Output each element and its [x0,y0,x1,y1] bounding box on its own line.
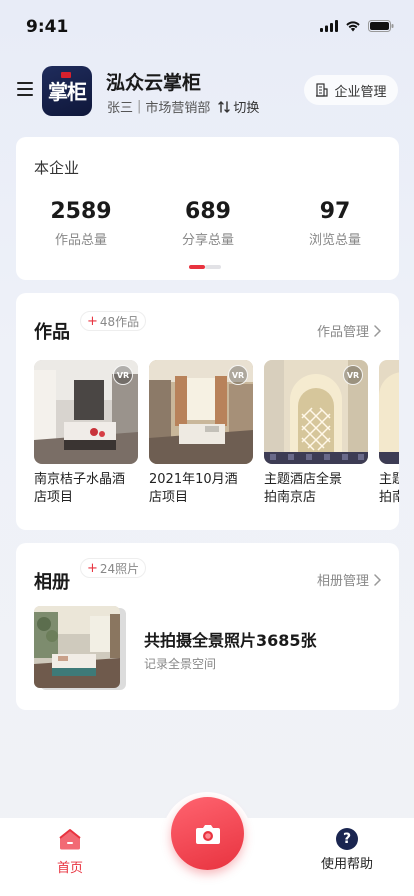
album-manage-label: 相册管理 [316,574,369,589]
tab-home-label: 首页 [56,861,83,876]
page-indicator [189,265,221,269]
vr-icon: VR [343,365,363,385]
user-department: 市场营销部 [145,101,211,116]
app-logo-text: 掌柜 [48,80,87,104]
camera-button[interactable] [171,797,244,870]
switch-label: 切换 [233,101,260,116]
user-separator: | [137,99,142,114]
stats-title: 本企业 [34,159,80,177]
work-item[interactable]: 主题 拍南 [379,360,399,507]
work-title-line: 主题酒店全景 [264,472,343,487]
work-title: 主题酒店全景 拍南京店 [264,471,368,507]
enterprise-stats-card: 本企业 2589 作品总量 689 分享总量 97 浏览总量 [16,137,399,280]
album-manage-link[interactable]: 相册管理 [317,570,381,589]
vr-icon: VR [228,365,248,385]
vr-icon: VR [113,365,133,385]
help-glyph: ? [342,831,352,847]
work-item[interactable]: VR 2021年10月酒 店项目 [149,360,253,507]
works-card: 作品 + 48作品 作品管理 VR 南京桔子水晶酒 店项目 VR 2021年10… [16,293,399,530]
works-list: VR 南京桔子水晶酒 店项目 VR 2021年10月酒 店项目 VR 主题酒店全… [34,360,399,520]
work-thumbnail: VR [149,360,253,464]
tab-home[interactable]: 首页 [40,828,100,876]
page-indicator-active [189,265,205,269]
stat-works-total[interactable]: 2589 作品总量 [17,199,145,248]
stat-value: 689 [185,199,231,224]
camera-icon [195,824,220,844]
works-manage-link[interactable]: 作品管理 [317,321,381,340]
work-title-line: 拍南 [379,490,399,505]
header: 掌柜 泓众云掌柜 张三 | 市场营销部 切换 企业管理 [0,62,414,120]
album-card: 相册 + 24照片 相册管理 共拍摄全景照片3685张 记录全景空间 [16,543,399,710]
status-bar: 9:41 [0,0,414,54]
work-title-line: 2021年10月酒 [149,472,238,487]
app-title: 泓众云掌柜 [106,72,202,94]
user-name: 张三 [107,101,134,116]
help-icon: ? [336,828,358,850]
album-subtitle: 记录全景空间 [144,657,217,671]
wifi-icon [346,21,360,32]
badge-plus: + [87,313,98,329]
album-cover[interactable] [34,606,120,688]
stat-value: 97 [319,199,351,224]
album-count-badge: + 24照片 [80,558,147,578]
signal-icon [320,20,338,32]
works-count-badge: + 48作品 [80,311,147,331]
stat-label: 作品总量 [54,233,107,248]
works-title: 作品 [34,322,70,343]
work-thumbnail: VR [34,360,138,464]
tab-help-label: 使用帮助 [320,857,373,872]
battery-icon [368,20,394,32]
badge-text: 48作品 [99,314,140,329]
work-title: 2021年10月酒 店项目 [149,471,253,507]
work-title-line: 店项目 [149,490,189,505]
work-title: 南京桔子水晶酒 店项目 [34,471,138,507]
stat-value: 2589 [50,199,112,224]
album-headline: 共拍摄全景照片3685张 [144,631,317,650]
stat-shares-total[interactable]: 689 分享总量 [144,199,272,248]
work-thumbnail: VR [264,360,368,464]
work-item[interactable]: VR 主题酒店全景 拍南京店 [264,360,368,507]
work-thumbnail [379,360,399,464]
chevron-right-icon [374,324,381,337]
stat-views-total[interactable]: 97 浏览总量 [271,199,399,248]
status-icons [320,20,394,32]
work-title: 主题 拍南 [379,471,399,507]
enterprise-management-button[interactable]: 企业管理 [304,75,398,105]
chevron-right-icon [374,573,381,586]
page-indicator-inactive [205,265,221,269]
home-icon [59,829,81,850]
badge-text: 24照片 [99,561,140,576]
work-title-line: 店项目 [34,490,74,505]
user-info: 张三 | 市场营销部 切换 [107,97,259,116]
work-title-line: 拍南京店 [264,490,317,505]
stat-label: 浏览总量 [308,233,361,248]
building-icon [316,83,329,97]
work-title-line: 主题 [379,472,399,487]
tab-help[interactable]: ? 使用帮助 [312,828,382,872]
badge-plus: + [87,560,98,576]
album-title: 相册 [34,572,70,593]
status-time: 9:41 [26,17,69,37]
menu-icon[interactable] [17,82,33,96]
app-logo: 掌柜 [42,66,92,116]
stat-label: 分享总量 [181,233,234,248]
enterprise-button-label: 企业管理 [334,84,387,100]
switch-icon [218,100,231,113]
switch-button[interactable]: 切换 [218,97,259,116]
work-item[interactable]: VR 南京桔子水晶酒 店项目 [34,360,138,507]
work-title-line: 南京桔子水晶酒 [34,472,126,487]
works-manage-label: 作品管理 [316,325,369,340]
